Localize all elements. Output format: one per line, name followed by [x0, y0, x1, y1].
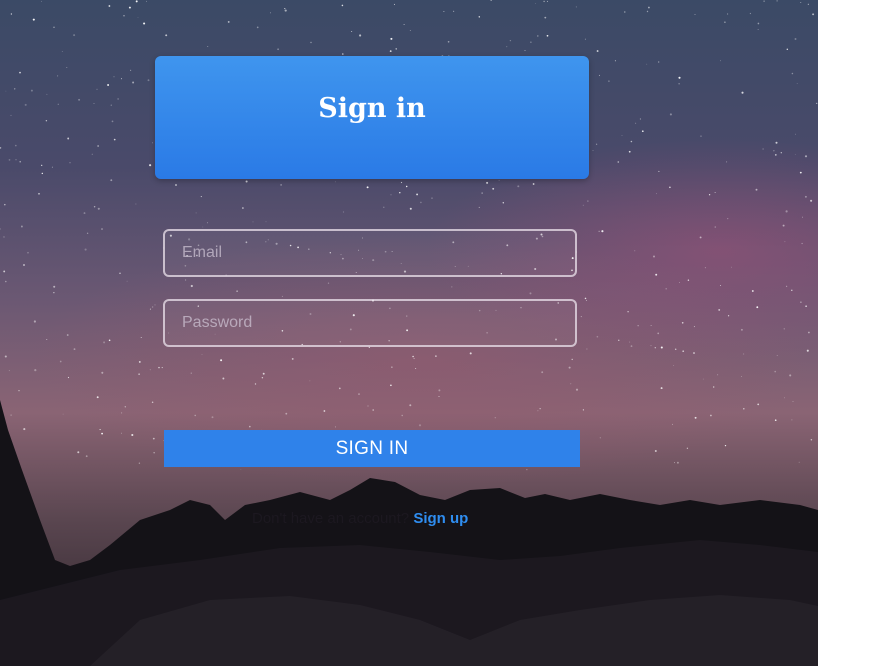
sign-in-header-card: Sign in: [155, 56, 589, 179]
email-field-container: [163, 229, 577, 277]
sign-in-title: Sign in: [318, 93, 426, 124]
signup-prompt-line: Don't have an account? Sign up: [252, 510, 552, 527]
signup-prompt-text: Don't have an account?: [252, 510, 410, 527]
password-field-container: [163, 299, 577, 347]
background-night-sky-image: Sign in SIGN IN Don't have an account? S…: [0, 0, 818, 666]
sign-in-button[interactable]: SIGN IN: [164, 430, 580, 467]
signup-link[interactable]: Sign up: [413, 510, 468, 527]
password-field[interactable]: [165, 301, 575, 345]
email-field[interactable]: [165, 231, 575, 275]
